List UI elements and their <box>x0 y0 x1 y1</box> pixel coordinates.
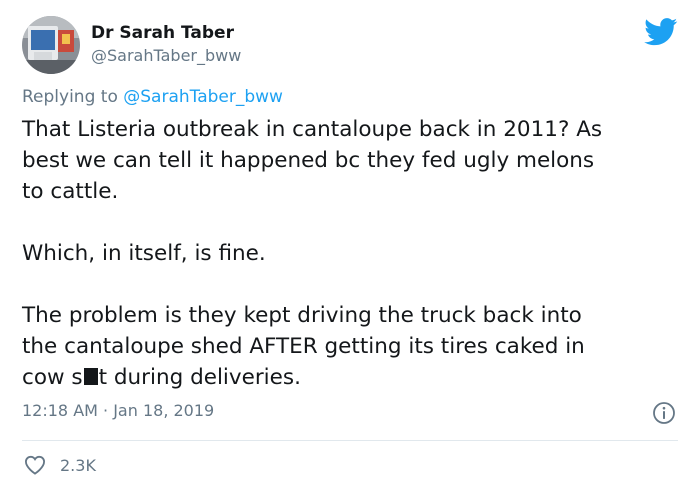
tweet-line: That Listeria outbreak in cantaloupe bac… <box>22 117 603 142</box>
replying-to: Replying to @SarahTaber_bww <box>22 87 283 107</box>
tweet-line: the cantaloupe shed AFTER getting its ti… <box>22 334 585 359</box>
tweet-line: The problem is they kept driving the tru… <box>22 303 582 328</box>
like-count[interactable]: 2.3K <box>60 456 96 475</box>
tweet-line-last: cow s t during deliveries. <box>22 362 682 393</box>
tweet-line: Which, in itself, is fine. <box>22 241 266 266</box>
author-name[interactable]: Dr Sarah Taber <box>91 23 234 43</box>
tweet-header: Dr Sarah Taber @SarahTaber_bww <box>0 0 700 80</box>
heart-icon[interactable] <box>24 455 46 475</box>
redaction-block <box>83 368 98 385</box>
twitter-bird-icon[interactable] <box>644 18 678 46</box>
info-icon[interactable] <box>652 401 676 425</box>
replying-mention-link[interactable]: @SarahTaber_bww <box>123 87 283 107</box>
tweet-text: That Listeria outbreak in cantaloupe bac… <box>22 114 682 393</box>
tweet-line: best we can tell it happened bc they fed… <box>22 148 595 173</box>
tweet-text-fragment: t during deliveries. <box>98 365 301 390</box>
replying-prefix: Replying to <box>22 87 118 107</box>
tweet-timestamp[interactable]: 12:18 AM · Jan 18, 2019 <box>22 401 214 420</box>
tweet-text-fragment: cow s <box>22 365 83 390</box>
tweet-line: to cattle. <box>22 179 119 204</box>
author-handle[interactable]: @SarahTaber_bww <box>91 46 241 65</box>
divider <box>22 440 678 441</box>
avatar[interactable] <box>22 16 80 74</box>
